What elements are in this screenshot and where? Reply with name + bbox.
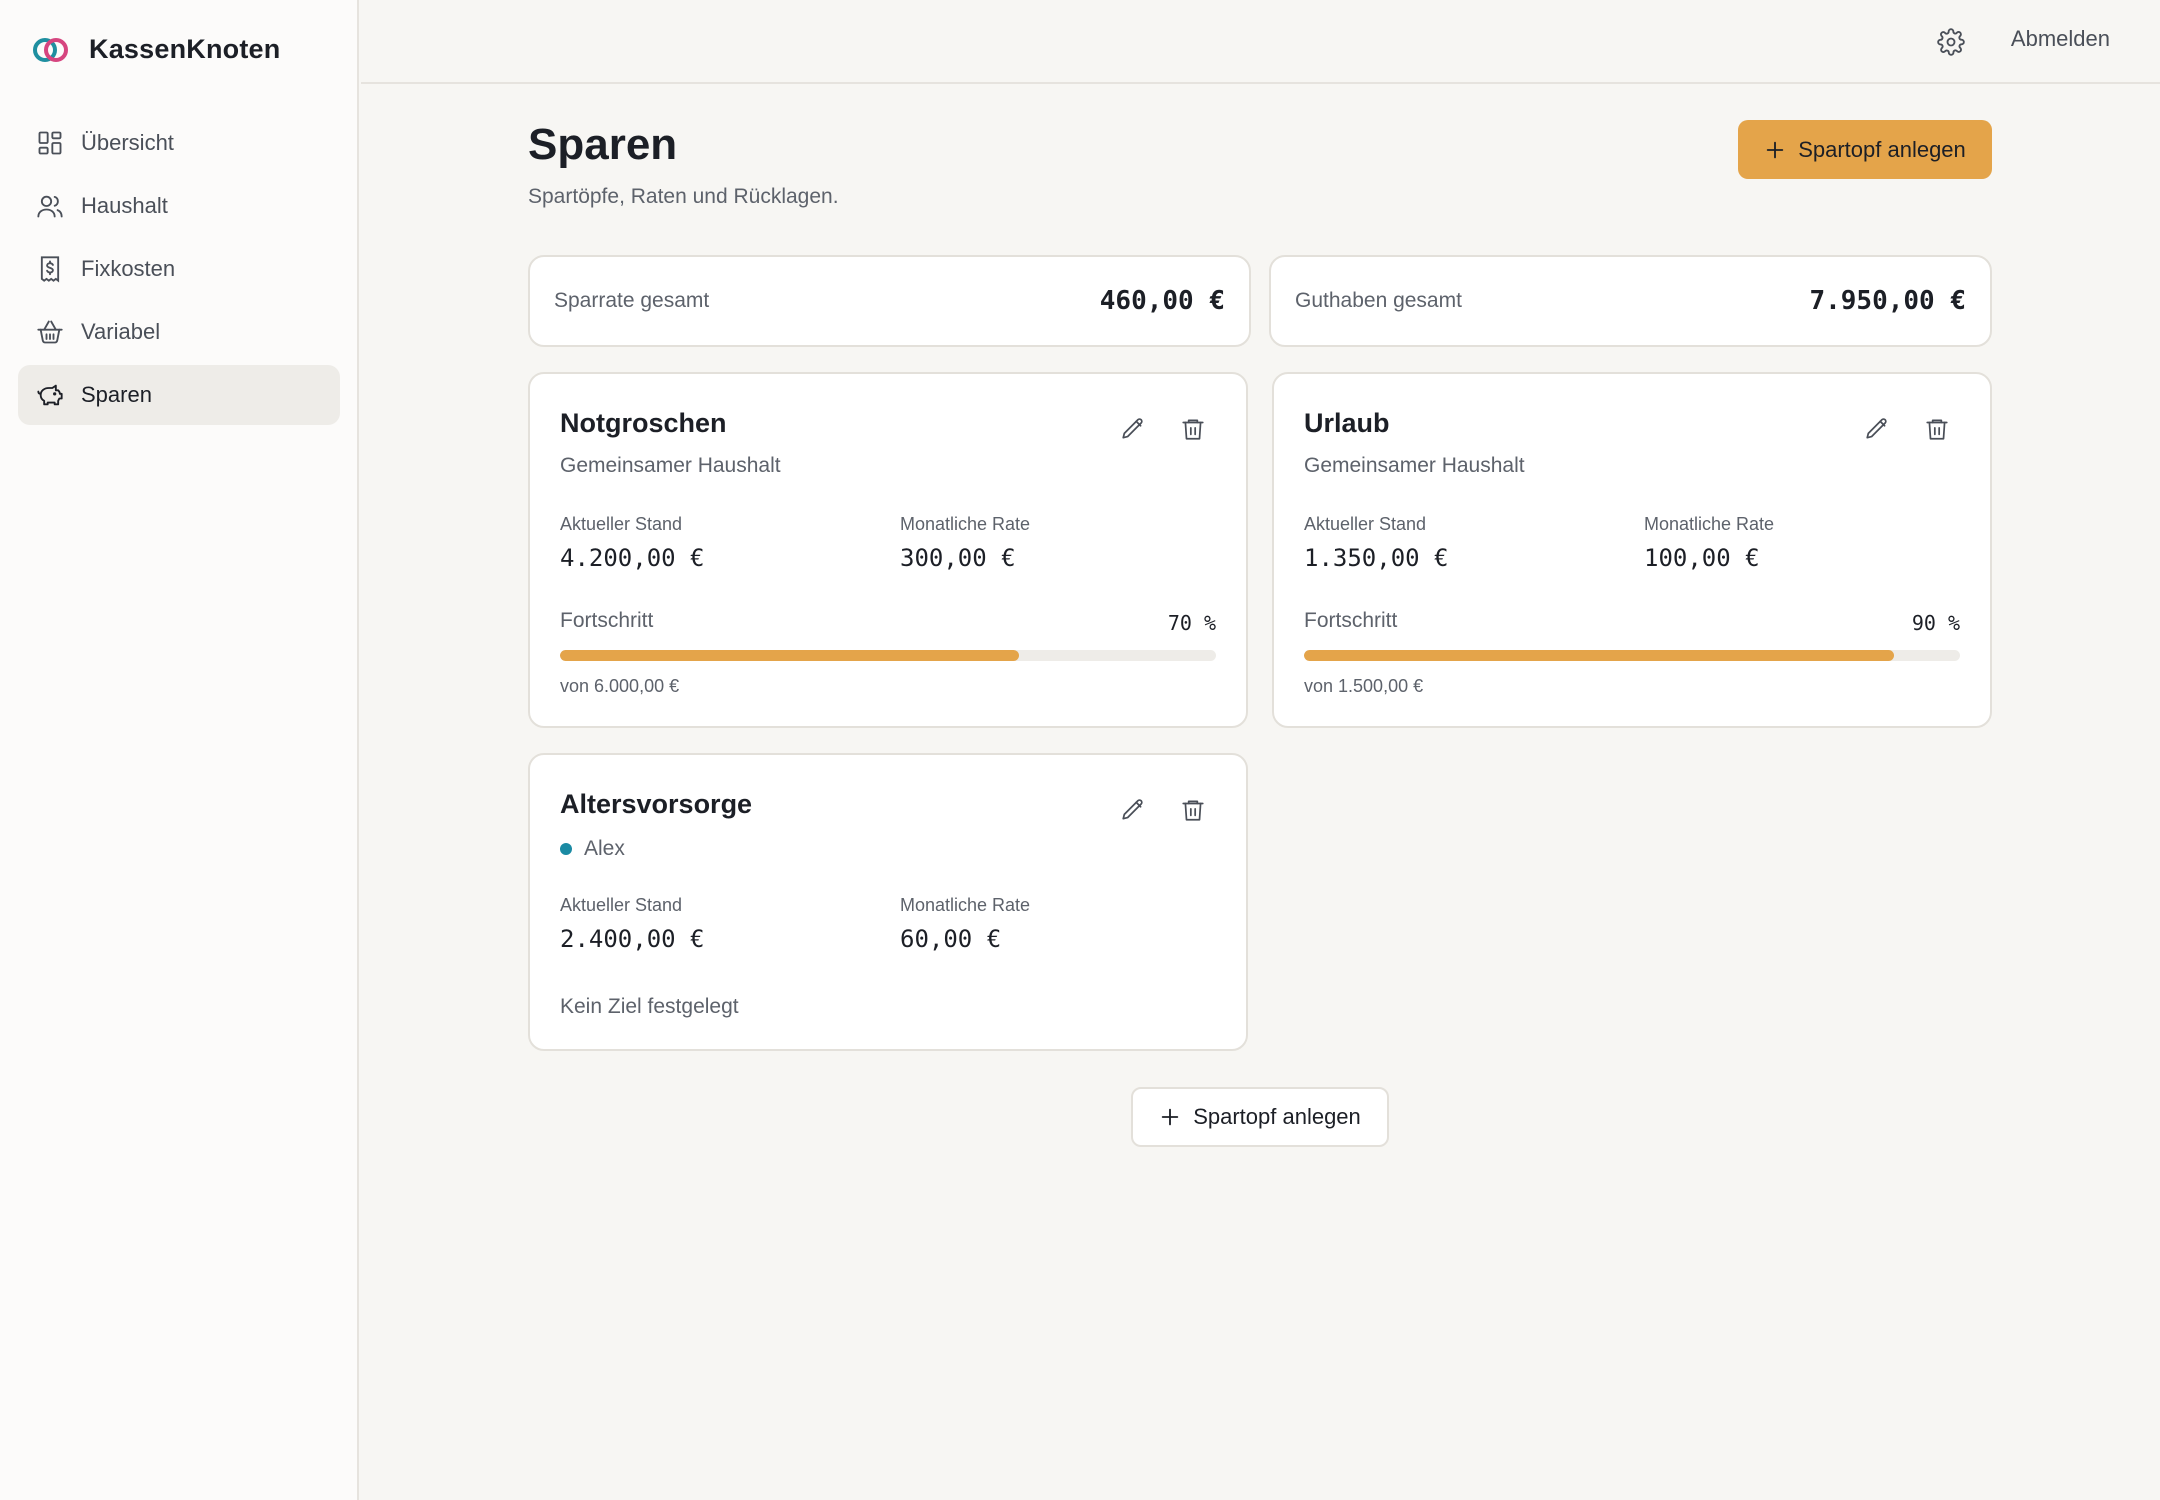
pot-owner: Gemeinsamer Haushalt	[560, 454, 781, 478]
kassenknoten-logo-icon	[33, 35, 69, 65]
pot-name: Urlaub	[1304, 408, 1390, 438]
add-pot-button-bottom[interactable]: Spartopf anlegen	[1131, 1087, 1389, 1147]
add-pot-button-label: Spartopf anlegen	[1798, 136, 1966, 162]
sidebar-item-label: Haushalt	[81, 193, 168, 218]
sidebar-item-variabel[interactable]: Variabel	[18, 302, 340, 362]
savings-pot-card: Urlaub Gemeinsamer Haushalt Aktueller St…	[1272, 372, 1992, 728]
sidebar-item-label: Fixkosten	[81, 256, 176, 281]
sidebar: KassenKnoten Übersicht Haushalt Fixkoste…	[0, 0, 359, 1500]
delete-pot-button[interactable]	[1924, 416, 1954, 446]
gear-icon	[1937, 28, 1965, 56]
edit-pot-button[interactable]	[1120, 416, 1150, 446]
delete-pot-button[interactable]	[1180, 416, 1210, 446]
monthly-rate-label: Monatliche Rate	[900, 514, 1031, 534]
settings-button[interactable]	[1937, 28, 1965, 56]
total-balance-value: 7.950,00 €	[1809, 286, 1966, 316]
topbar: Abmelden	[361, 0, 2160, 84]
pencil-icon	[1122, 418, 1143, 439]
total-balance-card: Guthaben gesamt 7.950,00 €	[1269, 255, 1992, 347]
add-pot-button-label: Spartopf anlegen	[1193, 1104, 1361, 1129]
current-balance-label: Aktueller Stand	[560, 895, 683, 915]
receipt-icon	[40, 256, 60, 283]
sidebar-item-haushalt[interactable]: Haushalt	[18, 176, 340, 236]
current-balance-label: Aktueller Stand	[560, 514, 683, 534]
progress-target: von 1.500,00 €	[1304, 676, 1424, 696]
progress-label: Fortschritt	[1304, 609, 1398, 632]
progress-label: Fortschritt	[560, 609, 654, 632]
sidebar-item-label: Variabel	[81, 319, 161, 344]
pot-owner-label: Alex	[584, 837, 625, 860]
total-balance-label: Guthaben gesamt	[1295, 289, 1462, 312]
sidebar-item-label: Sparen	[81, 382, 152, 407]
logout-button[interactable]: Abmelden	[2011, 26, 2110, 52]
pot-owner: Gemeinsamer Haushalt	[1304, 454, 1525, 478]
users-icon	[37, 195, 63, 218]
progress-bar-fill	[560, 650, 1020, 661]
progress-bar	[560, 650, 1216, 661]
trash-icon	[1182, 800, 1204, 821]
pot-owner-label: Gemeinsamer Haushalt	[560, 454, 781, 477]
monthly-rate-label: Monatliche Rate	[900, 895, 1031, 915]
pot-name: Notgroschen	[560, 408, 727, 438]
current-balance-label: Aktueller Stand	[1304, 514, 1427, 534]
plus-icon	[1161, 1108, 1179, 1126]
dashboard-grid-icon	[38, 131, 62, 155]
progress-percent: 90 %	[1911, 611, 1960, 635]
owner-color-dot	[560, 843, 572, 855]
page-title: Sparen	[528, 120, 678, 169]
monthly-rate-value: 300,00 €	[900, 544, 1016, 572]
brand[interactable]: KassenKnoten	[33, 34, 280, 65]
progress-target: von 6.000,00 €	[560, 676, 680, 696]
pot-owner: Alex	[560, 837, 625, 861]
sidebar-nav: Übersicht Haushalt Fixkosten Variabel Sp…	[18, 113, 340, 428]
pencil-icon	[1122, 799, 1143, 820]
total-rate-label: Sparrate gesamt	[554, 289, 710, 312]
delete-pot-button[interactable]	[1180, 797, 1210, 827]
no-goal-text: Kein Ziel festgelegt	[560, 995, 739, 1018]
monthly-rate-value: 60,00 €	[900, 925, 1002, 953]
sidebar-item-label: Übersicht	[81, 130, 174, 155]
edit-pot-button[interactable]	[1864, 416, 1894, 446]
current-balance-value: 4.200,00 €	[560, 544, 705, 572]
monthly-rate-value: 100,00 €	[1644, 544, 1760, 572]
monthly-rate-label: Monatliche Rate	[1644, 514, 1775, 534]
savings-pot-card: Altersvorsorge Alex Aktueller Stand 2.40…	[528, 753, 1248, 1051]
trash-icon	[1182, 419, 1204, 440]
pot-name: Altersvorsorge	[560, 789, 753, 819]
current-balance-value: 2.400,00 €	[560, 925, 705, 953]
basket-icon	[37, 320, 63, 344]
pot-owner-label: Gemeinsamer Haushalt	[1304, 454, 1525, 477]
progress-bar-fill	[1304, 650, 1895, 661]
progress-bar	[1304, 650, 1960, 661]
add-pot-button[interactable]: Spartopf anlegen	[1738, 120, 1992, 179]
sidebar-item-fixkosten[interactable]: Fixkosten	[18, 239, 340, 299]
total-rate-card: Sparrate gesamt 460,00 €	[528, 255, 1251, 347]
trash-icon	[1926, 419, 1948, 440]
total-rate-value: 460,00 €	[1099, 286, 1225, 316]
savings-pot-card: Notgroschen Gemeinsamer Haushalt Aktuell…	[528, 372, 1248, 728]
app-name: KassenKnoten	[89, 34, 281, 64]
piggy-bank-icon	[37, 384, 63, 406]
edit-pot-button[interactable]	[1120, 797, 1150, 827]
sidebar-item-uebersicht[interactable]: Übersicht	[18, 113, 340, 173]
page-subtitle: Spartöpfe, Raten und Rücklagen.	[528, 185, 839, 208]
pencil-icon	[1866, 418, 1887, 439]
plus-icon	[1766, 141, 1784, 158]
current-balance-value: 1.350,00 €	[1304, 544, 1449, 572]
progress-percent: 70 %	[1167, 611, 1216, 635]
sidebar-item-sparen[interactable]: Sparen	[18, 365, 340, 425]
